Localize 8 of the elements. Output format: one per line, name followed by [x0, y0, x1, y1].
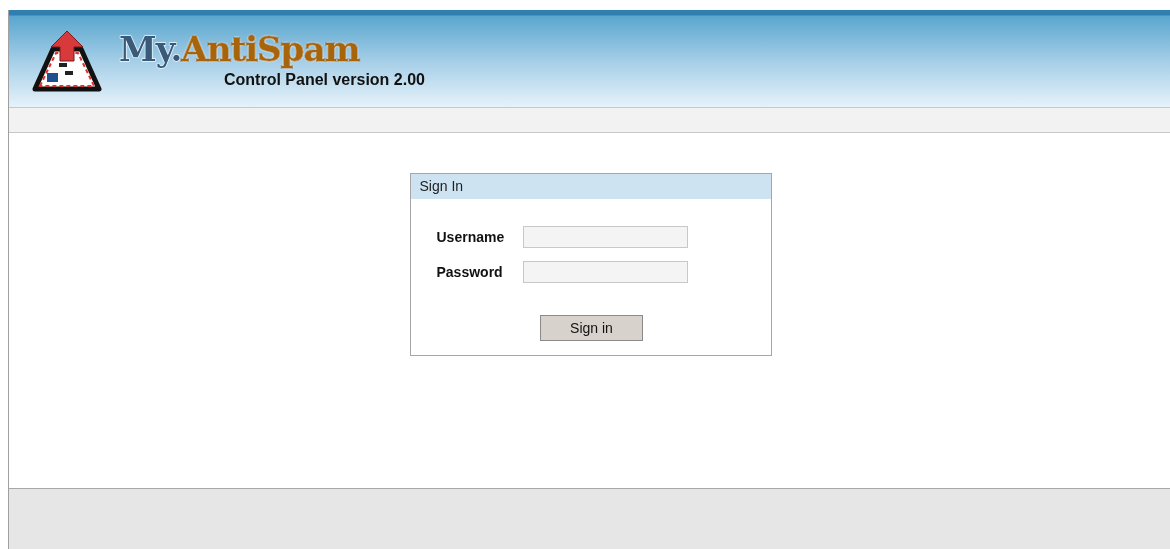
- field-label: Username: [436, 229, 506, 245]
- field-label: Password: [436, 264, 504, 280]
- version-subtitle: Control Panel version 2.00: [224, 71, 425, 89]
- input-field[interactable]: [522, 226, 688, 248]
- logo-text: My.AntiSpam: [119, 29, 361, 69]
- panel-title: Sign In: [410, 174, 771, 199]
- sign-in-button[interactable]: Sign in: [540, 315, 643, 341]
- input-field[interactable]: [522, 261, 688, 283]
